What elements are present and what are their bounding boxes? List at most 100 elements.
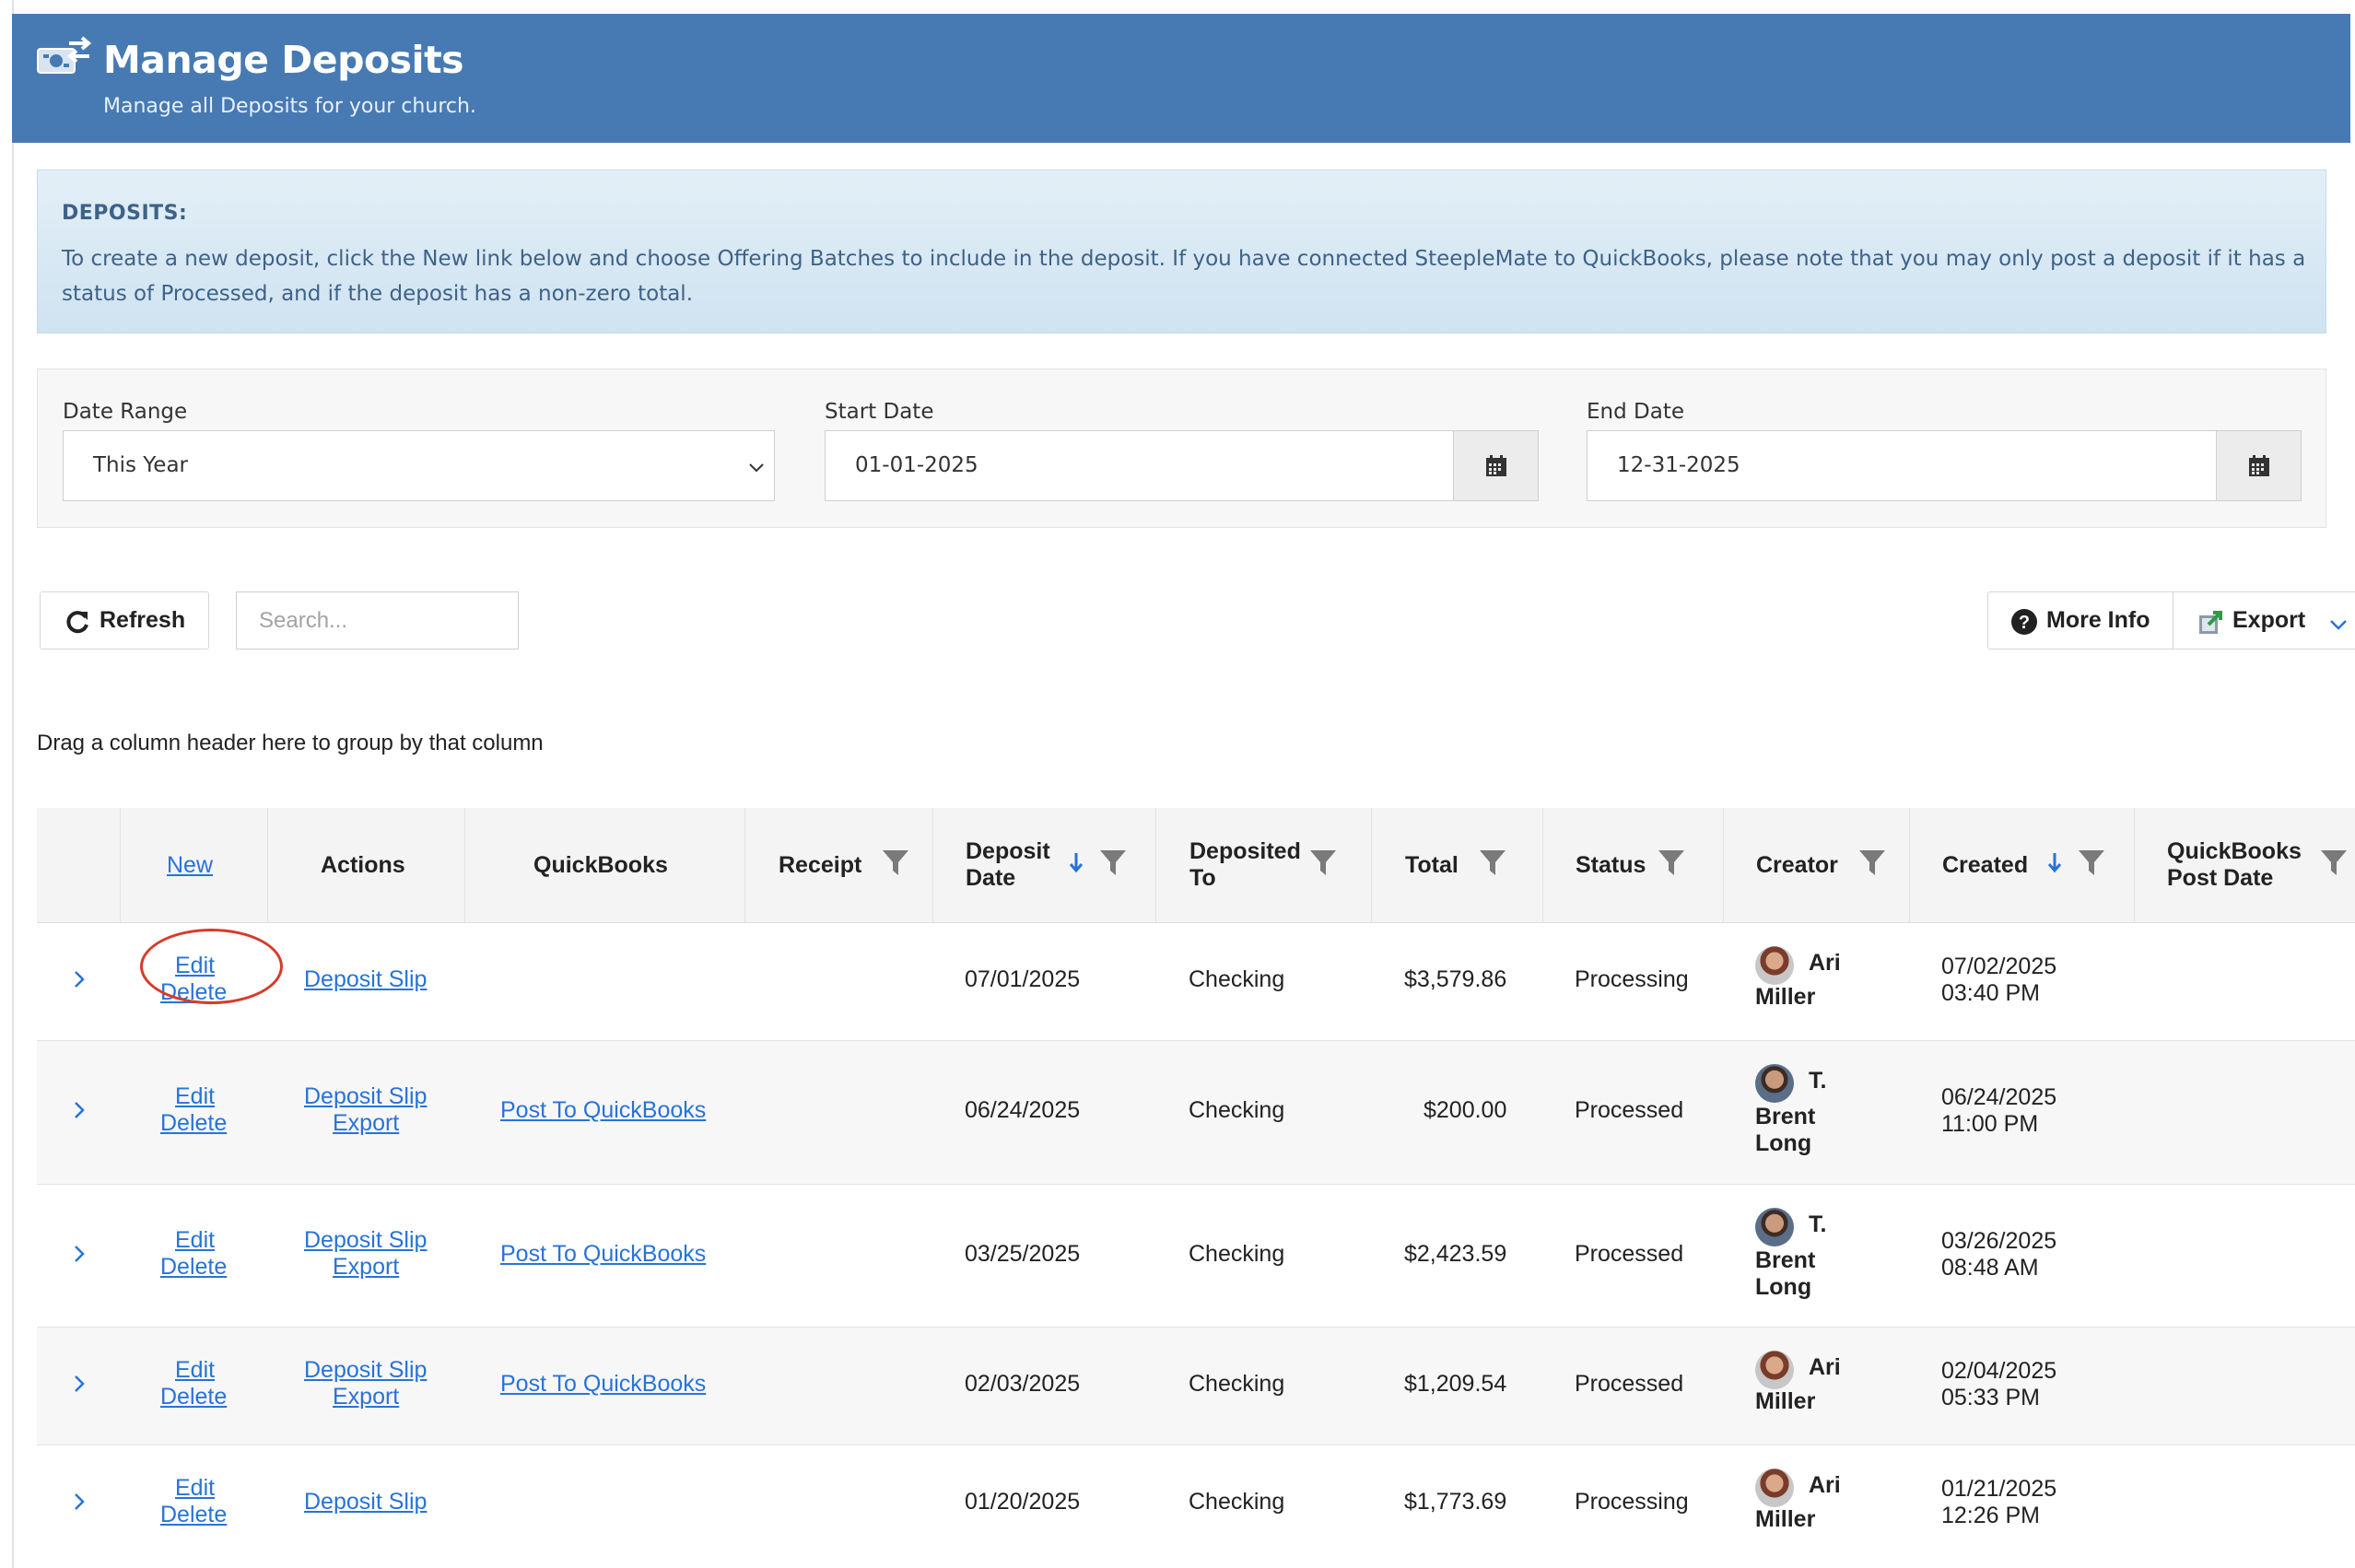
refresh-label: Refresh [100,607,186,633]
chevron-right-icon[interactable] [72,1490,87,1520]
filter-icon[interactable] [1479,848,1506,883]
deposit-date: 02/03/2025 [965,1371,1081,1397]
chevron-right-icon[interactable] [72,1242,87,1272]
header-qb-post-date[interactable]: QuickBooks Post Date [2134,808,2355,923]
creator-name: T. [1809,1068,1827,1094]
filter-icon[interactable] [2320,848,2348,883]
sort-down-icon[interactable] [2046,851,2063,880]
delete-link[interactable]: Delete [160,1384,227,1410]
more-info-label: More Info [2046,607,2150,633]
chevron-right-icon[interactable] [72,967,87,998]
page-header: Manage Deposits Manage all Deposits for … [12,14,2350,143]
filter-icon[interactable] [882,848,909,883]
creator-avatar [1755,1469,1794,1507]
header-deposited-to[interactable]: Deposited To [1155,808,1371,923]
date-range-value: This Year [93,453,189,477]
end-date-input[interactable]: 12-31-2025 [1587,430,2302,501]
created-time: 08:48 AM [1941,1255,2039,1281]
deposit-total: $1,209.54 [1404,1371,1507,1397]
edit-link[interactable]: Edit [175,1083,215,1110]
deposit-slip-link[interactable]: Deposit Slip [304,1357,427,1384]
edit-link[interactable]: Edit [175,1227,215,1254]
table-row: Edit Delete Deposit Slip 07/01/2025 Chec… [37,923,2355,1041]
header-quickbooks-label: QuickBooks [533,852,668,878]
deposit-total: $200.00 [1424,1097,1507,1123]
export-link[interactable]: Export [333,1254,399,1281]
header-deposit-date[interactable]: Deposit Date [932,808,1155,923]
date-range-select[interactable]: This Year [63,430,775,501]
info-box: DEPOSITS: To create a new deposit, click… [37,170,2326,333]
deposited-to: Checking [1189,1241,1285,1267]
start-date-calendar-button[interactable] [1453,431,1538,500]
post-to-quickbooks-link[interactable]: Post To QuickBooks [500,1241,706,1268]
creator-name: Long [1755,1274,1812,1300]
export-label: Export [2232,607,2306,633]
created-time: 12:26 PM [1941,1503,2041,1528]
chevron-right-icon[interactable] [72,1098,87,1129]
deposited-to: Checking [1189,966,1285,992]
edit-link[interactable]: Edit [175,1357,215,1384]
refresh-button[interactable]: Refresh [40,591,209,649]
post-to-quickbooks-link[interactable]: Post To QuickBooks [500,1371,706,1398]
header-new: New [120,808,267,923]
deposit-slip-link[interactable]: Deposit Slip [304,1489,427,1515]
header-status[interactable]: Status [1542,808,1723,923]
delete-link[interactable]: Delete [160,1502,227,1528]
start-date-label: Start Date [825,400,934,424]
deposit-status: Processed [1575,1371,1684,1397]
deposit-total: $2,423.59 [1404,1241,1507,1267]
header-creator-label: Creator [1756,852,1838,878]
filter-icon[interactable] [1099,848,1127,883]
creator-name: Brent [1755,1247,1816,1273]
creator-name: Ari [1809,950,1841,976]
header-deposit-date-label-1: Deposit [966,838,1050,864]
header-receipt[interactable]: Receipt [744,808,932,923]
deposit-slip-link[interactable]: Deposit Slip [304,1083,427,1110]
creator-name: Miller [1755,1506,1816,1532]
end-date-calendar-button[interactable] [2216,431,2301,500]
deposited-to: Checking [1189,1489,1285,1515]
header-receipt-label: Receipt [779,852,862,878]
creator-avatar [1755,946,1794,985]
chevron-right-icon[interactable] [72,1372,87,1402]
post-to-quickbooks-link[interactable]: Post To QuickBooks [500,1097,706,1124]
delete-link[interactable]: Delete [160,1110,227,1137]
filter-icon[interactable] [1658,848,1685,883]
export-link[interactable]: Export [333,1384,399,1410]
deposited-to: Checking [1189,1097,1285,1123]
creator-name: Long [1755,1130,1812,1156]
edit-link[interactable]: Edit [175,1475,215,1502]
date-range-label: Date Range [63,400,188,424]
deposit-slip-link[interactable]: Deposit Slip [304,1227,427,1254]
header-created[interactable]: Created [1909,808,2134,923]
table-row: Edit Delete Deposit Slip Export Post To … [37,1185,2355,1328]
deposit-status: Processed [1575,1097,1684,1123]
header-actions-label: Actions [321,852,405,878]
delete-link[interactable]: Delete [160,1254,227,1281]
sort-down-icon[interactable] [1068,851,1084,880]
filter-panel: Date Range This Year Start Date 01-01-20… [37,369,2326,528]
header-expand [37,808,120,923]
chevron-down-icon [746,457,767,477]
export-link[interactable]: Export [333,1110,399,1137]
new-deposit-link[interactable]: New [167,852,213,879]
search-input[interactable] [236,591,519,649]
creator-avatar [1755,1064,1794,1103]
deposit-total: $1,773.69 [1404,1489,1507,1515]
chevron-down-icon[interactable] [2328,613,2349,639]
deposit-slip-link[interactable]: Deposit Slip [304,966,427,993]
created-date: 07/02/2025 [1941,954,2057,979]
money-icon [36,36,92,82]
export-button[interactable]: Export [2173,591,2355,649]
export-icon [2197,608,2225,642]
header-creator[interactable]: Creator [1723,808,1909,923]
filter-icon[interactable] [1858,848,1886,883]
more-info-button[interactable]: ? More Info [1987,591,2173,649]
filter-icon[interactable] [1309,848,1337,883]
deposit-date: 06/24/2025 [965,1097,1081,1123]
header-total[interactable]: Total [1371,808,1542,923]
start-date-input[interactable]: 01-01-2025 [825,430,1539,501]
page-subtitle: Manage all Deposits for your church. [103,95,476,118]
creator-avatar [1755,1208,1794,1246]
filter-icon[interactable] [2078,848,2105,883]
